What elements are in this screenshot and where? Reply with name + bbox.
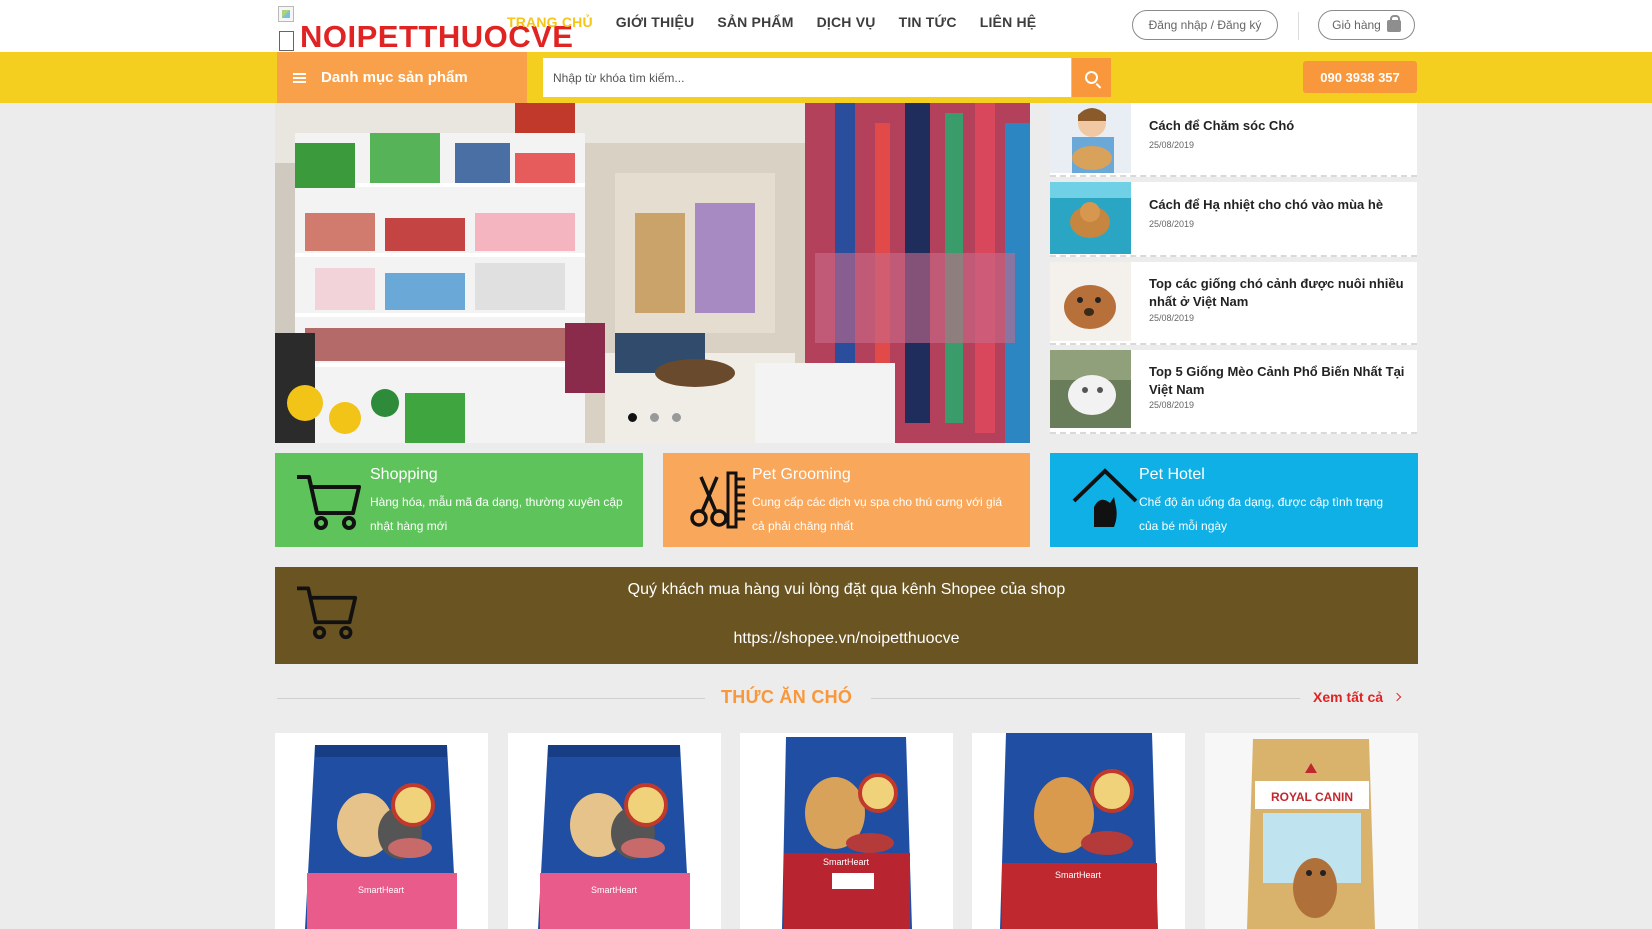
search-input[interactable] xyxy=(543,58,1071,97)
nav-news[interactable]: TIN TỨC xyxy=(899,14,957,36)
dog-food-bag-image[interactable]: SmartHeart xyxy=(275,733,488,929)
news-title[interactable]: Cách để Hạ nhiệt cho chó vào mùa hè xyxy=(1149,196,1409,214)
cart-label: Giỏ hàng xyxy=(1332,18,1381,32)
nav-services[interactable]: DỊCH VỤ xyxy=(817,14,876,36)
news-item[interactable]: Top các giống chó cảnh được nuôi nhiều n… xyxy=(1050,262,1417,345)
dog-food-bag-image[interactable]: SmartHeart xyxy=(740,733,953,929)
service-description: Cung cấp các dịch vụ spa cho thú cưng vớ… xyxy=(752,495,1003,533)
section-divider xyxy=(871,698,1300,699)
banner-message: Quý khách mua hàng vui lòng đặt qua kênh… xyxy=(627,581,1066,598)
product-brand: ROYAL CANIN xyxy=(1271,790,1353,804)
chevron-right-icon xyxy=(1392,692,1402,702)
news-date: 25/08/2019 xyxy=(1149,400,1195,410)
slider-dot-2[interactable] xyxy=(648,412,660,423)
nav-contact[interactable]: LIÊN HỆ xyxy=(980,14,1037,36)
product-card[interactable]: SmartHeart xyxy=(275,733,488,929)
product-brand: SmartHeart xyxy=(358,885,405,895)
pet-shop-photo xyxy=(275,103,1030,443)
news-date: 25/08/2019 xyxy=(1149,219,1195,229)
nav-about[interactable]: GIỚI THIỆU xyxy=(616,14,695,36)
product-brand: SmartHeart xyxy=(823,857,870,867)
category-menu-button[interactable]: Danh mục sản phẩm xyxy=(277,52,527,103)
service-description: Hàng hóa, mẫu mã đa dạng, thường xuyên c… xyxy=(370,495,623,533)
slider-dot-3[interactable] xyxy=(670,412,682,423)
news-thumbnail[interactable] xyxy=(1050,103,1131,173)
news-thumbnail[interactable] xyxy=(1050,262,1131,341)
news-title[interactable]: Cách để Chăm sóc Chó xyxy=(1149,117,1409,135)
dog-food-bag-image[interactable]: SmartHeart xyxy=(972,733,1185,929)
section-divider xyxy=(277,698,705,699)
service-title: Pet Hotel xyxy=(1139,466,1205,483)
login-register-label: Đăng nhập / Đăng ký xyxy=(1148,18,1262,32)
hotline-button[interactable]: 090 3938 357 xyxy=(1303,61,1417,93)
nav-home[interactable]: TRANG CHỦ xyxy=(507,14,593,36)
nav-products[interactable]: SẢN PHẨM xyxy=(717,14,793,36)
news-item[interactable]: Top 5 Giống Mèo Cảnh Phổ Biến Nhất Tại V… xyxy=(1050,350,1417,434)
news-thumbnail[interactable] xyxy=(1050,182,1131,254)
missing-glyph-box xyxy=(279,31,294,51)
product-card[interactable]: SmartHeart xyxy=(508,733,721,929)
dog-house-icon xyxy=(1072,468,1138,527)
news-title[interactable]: Top các giống chó cảnh được nuôi nhiều n… xyxy=(1149,275,1409,311)
login-register-button[interactable]: Đăng nhập / Đăng ký xyxy=(1132,10,1278,40)
news-date: 25/08/2019 xyxy=(1149,313,1195,323)
cart-button[interactable]: Giỏ hàng xyxy=(1318,10,1415,40)
search-icon xyxy=(1085,71,1098,84)
category-menu-label: Danh mục sản phẩm xyxy=(321,69,468,86)
service-grooming[interactable]: Pet Grooming Cung cấp các dịch vụ spa ch… xyxy=(663,453,1030,547)
shopee-link[interactable]: https://shopee.vn/noipetthuocve xyxy=(275,630,1418,648)
slider-dot-1[interactable] xyxy=(626,412,638,423)
main-nav: TRANG CHỦ GIỚI THIỆU SẢN PHẨM DỊCH VỤ TI… xyxy=(507,14,1059,36)
dog-food-bag-image[interactable]: ROYAL CANIN xyxy=(1205,733,1418,929)
header-divider xyxy=(1298,12,1299,40)
shopee-banner: Quý khách mua hàng vui lòng đặt qua kênh… xyxy=(275,567,1418,664)
dog-food-bag-image[interactable]: SmartHeart xyxy=(508,733,721,929)
see-all-link[interactable]: Xem tất cả xyxy=(1313,689,1402,705)
news-item[interactable]: Cách để Chăm sóc Chó 25/08/2019 xyxy=(1050,103,1417,177)
product-brand: SmartHeart xyxy=(1055,870,1102,880)
service-title: Shopping xyxy=(370,466,438,483)
news-title[interactable]: Top 5 Giống Mèo Cảnh Phổ Biến Nhất Tại V… xyxy=(1149,363,1409,399)
service-title: Pet Grooming xyxy=(752,466,851,483)
product-card[interactable]: ROYAL CANIN xyxy=(1205,733,1418,929)
see-all-label: Xem tất cả xyxy=(1313,689,1384,705)
service-description: Chế độ ăn uống đa dạng, được cập tình tr… xyxy=(1139,495,1384,533)
product-brand: SmartHeart xyxy=(591,885,638,895)
news-item[interactable]: Cách để Hạ nhiệt cho chó vào mùa hè 25/0… xyxy=(1050,182,1417,257)
scissors-comb-icon xyxy=(690,471,745,529)
product-card[interactable]: SmartHeart xyxy=(972,733,1185,929)
service-hotel[interactable]: Pet Hotel Chế độ ăn uống đa dạng, được c… xyxy=(1050,453,1418,547)
search-button[interactable] xyxy=(1072,58,1111,97)
news-thumbnail[interactable] xyxy=(1050,350,1131,428)
hero-slider[interactable] xyxy=(275,103,1030,443)
section-title: THỨC ĂN CHÓ xyxy=(721,687,853,707)
news-date: 25/08/2019 xyxy=(1149,140,1195,150)
service-shopping[interactable]: Shopping Hàng hóa, mẫu mã đa dạng, thườn… xyxy=(275,453,643,547)
product-card[interactable]: SmartHeart xyxy=(740,733,953,929)
broken-image-icon xyxy=(278,6,294,22)
cart-icon xyxy=(297,475,361,530)
slider-dots xyxy=(275,412,1030,423)
hamburger-icon xyxy=(293,72,306,83)
shopping-bag-icon xyxy=(1386,15,1401,32)
